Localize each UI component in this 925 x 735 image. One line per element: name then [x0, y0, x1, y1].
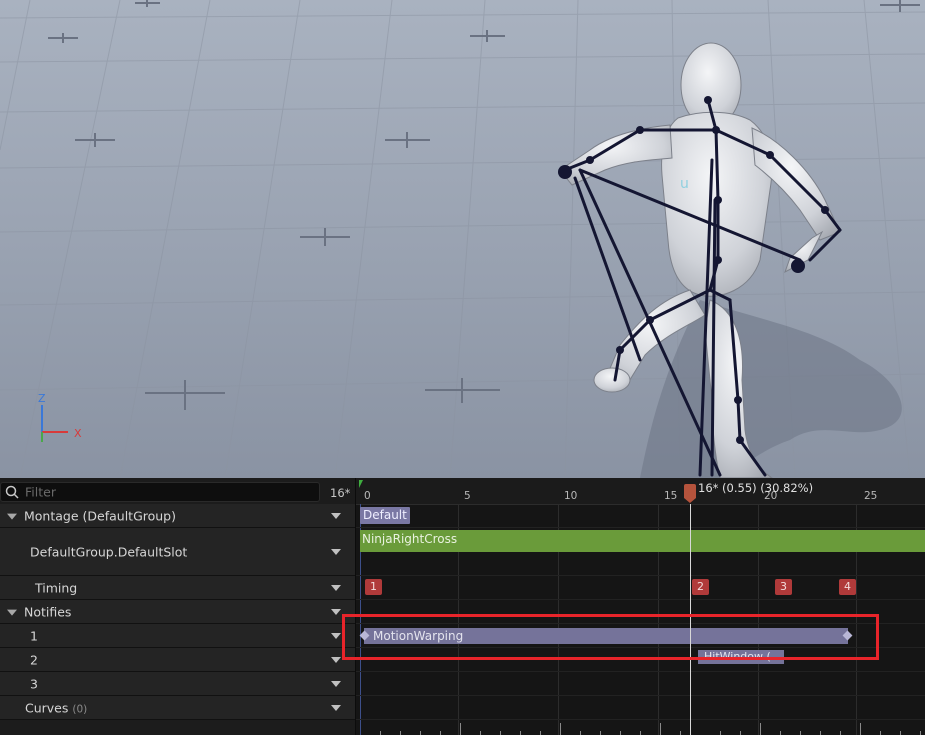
ruler-tick: [720, 731, 721, 735]
notifies-label: Notifies: [24, 604, 72, 619]
section-lane[interactable]: Default: [356, 504, 925, 528]
ruler-tick-label: 15: [664, 490, 678, 502]
filter-placeholder: Filter: [25, 484, 56, 500]
notify-track-row[interactable]: 3: [0, 672, 355, 696]
ruler-tick: [480, 731, 481, 735]
chevron-down-icon[interactable]: [331, 656, 341, 663]
montage-timeline-panel: Filter 16* Montage (DefaultGroup) Defaul…: [0, 478, 925, 735]
ruler-tick-label: 10: [564, 490, 578, 502]
montage-label: Montage (DefaultGroup): [24, 508, 176, 523]
playhead-readout: 16* (0.55) (30.82%): [698, 481, 814, 495]
playhead-pointer: [684, 498, 696, 503]
track-notifies[interactable]: Notifies: [0, 600, 355, 624]
start-flag-icon: [359, 480, 363, 488]
timing-marker[interactable]: 1: [365, 579, 382, 595]
3d-viewport[interactable]: u Z X: [0, 0, 925, 478]
playhead-handle[interactable]: [684, 484, 696, 498]
ruler-tick: [900, 731, 901, 735]
ruler-tick: [500, 731, 501, 735]
ruler-tick: [380, 731, 381, 735]
ruler-tick: [600, 731, 601, 735]
ruler-tick: [440, 731, 441, 735]
ruler-tick: [740, 731, 741, 735]
timing-marker[interactable]: 4: [839, 579, 856, 595]
ruler-tick: [520, 731, 521, 735]
ruler-tick: [420, 731, 421, 735]
chevron-down-icon[interactable]: [331, 512, 341, 519]
track-slot[interactable]: DefaultGroup.DefaultSlot: [0, 528, 355, 576]
timing-lane[interactable]: 1 2 3 4: [356, 576, 925, 600]
ruler-tick-label: 25: [864, 490, 878, 502]
viewport-scene[interactable]: u Z X: [0, 0, 925, 478]
ruler-tick: [820, 731, 821, 735]
ruler-tick: [860, 723, 861, 735]
time-ruler[interactable]: [356, 478, 925, 505]
ruler-tick: [640, 731, 641, 735]
notify-track-label: 1: [30, 628, 38, 643]
skeleton-label: u: [680, 176, 689, 192]
current-frame-count: 16*: [330, 486, 351, 500]
axis-z-label: Z: [38, 392, 46, 405]
ruler-tick: [920, 731, 921, 735]
ruler-tick: [880, 731, 881, 735]
track-filter[interactable]: Filter: [0, 482, 320, 502]
section-default[interactable]: Default: [360, 507, 410, 524]
chevron-down-icon[interactable]: [331, 632, 341, 639]
chevron-down-icon[interactable]: [331, 584, 341, 591]
ruler-tick: [620, 731, 621, 735]
timing-label: Timing: [35, 580, 78, 595]
curves-lane[interactable]: [356, 696, 925, 720]
notify-track-row[interactable]: 1: [0, 624, 355, 648]
highlight-box: [342, 614, 879, 660]
curves-label: Curves (0): [25, 700, 88, 715]
chevron-down-icon[interactable]: [331, 680, 341, 687]
notify-track-label: 3: [30, 676, 38, 691]
ruler-tick: [460, 723, 461, 735]
ruler-tick: [680, 731, 681, 735]
curves-count: (0): [72, 703, 88, 715]
chevron-down-icon[interactable]: [331, 704, 341, 711]
ruler-tick: [400, 731, 401, 735]
notify-track-label: 2: [30, 652, 38, 667]
track-timing[interactable]: Timing: [0, 576, 355, 600]
notify-track-row[interactable]: 2: [0, 648, 355, 672]
ruler-tick-label: 5: [464, 490, 471, 502]
ruler-tick: [540, 731, 541, 735]
ruler-tick: [800, 731, 801, 735]
chevron-down-icon[interactable]: [331, 548, 341, 555]
axis-x-label: X: [74, 427, 82, 440]
ruler-tick: [660, 723, 661, 735]
timing-marker[interactable]: 3: [775, 579, 792, 595]
timeline-lanes[interactable]: 0 5 10 15 20 25 Default NinjaRightCross …: [356, 478, 925, 735]
ruler-tick: [840, 731, 841, 735]
timing-marker[interactable]: 2: [692, 579, 709, 595]
notify-lane-3[interactable]: [356, 672, 925, 696]
ruler-tick-label: 0: [364, 490, 371, 502]
slot-lane[interactable]: NinjaRightCross: [356, 528, 925, 576]
slot-label: DefaultGroup.DefaultSlot: [30, 544, 188, 559]
track-montage-group[interactable]: Montage (DefaultGroup): [0, 504, 355, 528]
collapse-icon[interactable]: [7, 609, 17, 616]
ruler-tick: [580, 731, 581, 735]
anim-segment-clip[interactable]: NinjaRightCross: [360, 530, 925, 552]
collapse-icon[interactable]: [7, 513, 17, 520]
track-curves[interactable]: Curves (0): [0, 696, 355, 720]
ruler-tick: [560, 723, 561, 735]
ruler-tick: [760, 723, 761, 735]
search-icon: [5, 485, 19, 499]
chevron-down-icon[interactable]: [331, 608, 341, 615]
track-list: Filter 16* Montage (DefaultGroup) Defaul…: [0, 478, 356, 735]
ruler-tick: [780, 731, 781, 735]
